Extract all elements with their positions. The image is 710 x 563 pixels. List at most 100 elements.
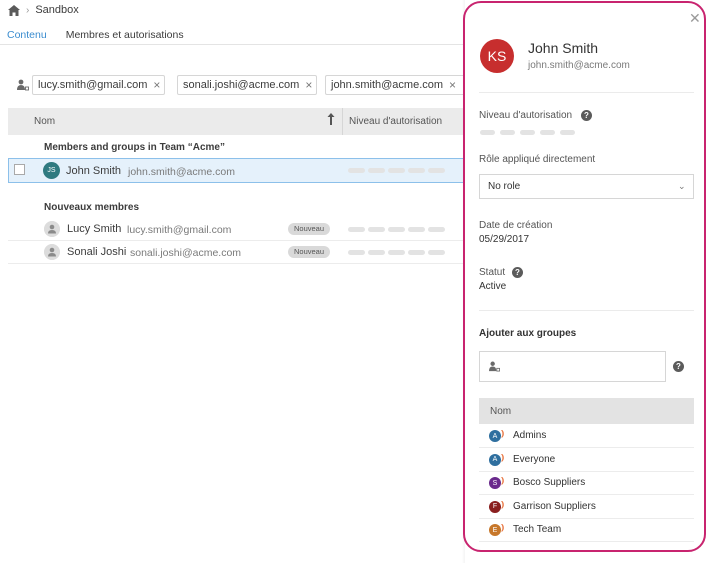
permission-placeholder: [428, 250, 445, 255]
chevron-right-icon: ›: [26, 4, 30, 16]
row-divider: [8, 263, 465, 264]
user-avatar-icon: [44, 244, 60, 260]
sort-arrow-icon[interactable]: [327, 113, 335, 125]
permission-placeholder: [348, 168, 365, 173]
permission-placeholder: [348, 227, 365, 232]
member-name: John Smith: [66, 165, 122, 177]
permission-placeholder: [500, 130, 515, 135]
remove-chip-icon[interactable]: ×: [449, 78, 456, 92]
chevron-down-icon[interactable]: ⌄: [678, 181, 686, 192]
group-icon: F: [489, 500, 501, 513]
new-badge: Nouveau: [288, 223, 331, 235]
remove-chip-icon[interactable]: ×: [305, 78, 312, 92]
tab-membres[interactable]: Membres et autorisations: [65, 27, 184, 45]
chip-email: sonali.joshi@acme.com: [183, 79, 300, 91]
permission-level-label: Niveau d'autorisation: [479, 110, 573, 121]
group-row[interactable]: A)) Admins: [479, 425, 694, 448]
row-divider: [8, 240, 465, 241]
group-signal-icon: )): [501, 499, 505, 509]
role-label: Rôle appliqué directement: [479, 154, 596, 165]
remove-chip-icon[interactable]: ×: [153, 78, 160, 92]
column-header-level[interactable]: Niveau d'autorisation: [349, 116, 442, 127]
group-name: Bosco Suppliers: [513, 477, 586, 488]
divider: [479, 310, 694, 311]
group-signal-icon: )): [501, 429, 505, 438]
permission-placeholder: [388, 227, 405, 232]
group-name: Admins: [513, 430, 547, 441]
help-icon[interactable]: ?: [673, 361, 684, 372]
home-icon[interactable]: [8, 4, 20, 16]
help-icon[interactable]: ?: [581, 110, 592, 121]
permission-placeholder: [408, 168, 425, 173]
avatar: KS: [480, 39, 514, 73]
close-icon[interactable]: ✕: [689, 10, 701, 27]
permission-placeholder: [348, 250, 365, 255]
tabs-divider: [0, 44, 465, 45]
group-name: Tech Team: [513, 524, 562, 535]
created-label: Date de création: [479, 220, 553, 231]
groups-column-name: Nom: [490, 406, 512, 417]
group-row[interactable]: S)) Bosco Suppliers: [479, 472, 694, 495]
permission-placeholder: [368, 168, 385, 173]
member-name: Sonali Joshi: [67, 246, 127, 258]
panel-member-email: john.smith@acme.com: [528, 60, 630, 71]
group-row[interactable]: A)) Everyone: [479, 449, 694, 472]
chip-email: john.smith@acme.com: [331, 79, 444, 91]
breadcrumb-current: Sandbox: [35, 4, 79, 16]
permission-placeholder: [520, 130, 535, 135]
help-icon[interactable]: ?: [512, 267, 523, 278]
member-name: Lucy Smith: [67, 223, 122, 235]
role-select-value: No role: [488, 181, 521, 192]
tab-contenu[interactable]: Contenu: [7, 27, 47, 45]
panel-member-name: John Smith: [528, 40, 599, 56]
group-name: Everyone: [513, 453, 556, 465]
groups-table-header: [479, 398, 694, 424]
permission-placeholder: [428, 227, 445, 232]
breadcrumb: › Sandbox: [8, 3, 79, 17]
chip: sonali.joshi@acme.com ×: [177, 75, 318, 95]
avatar: JS: [43, 162, 60, 179]
chip-email: lucy.smith@gmail.com: [38, 79, 148, 91]
section-title-new: Nouveaux membres: [44, 202, 140, 213]
permission-placeholder: [560, 130, 575, 135]
group-row[interactable]: F)) Garrison Suppliers: [479, 496, 694, 519]
permission-placeholder: [388, 250, 405, 255]
group-signal-icon: )): [501, 476, 505, 485]
group-signal-icon: )): [501, 452, 505, 462]
group-search-input[interactable]: [479, 351, 666, 382]
permission-placeholder: [388, 168, 405, 173]
group-icon: S: [489, 477, 501, 489]
member-email: lucy.smith@gmail.com: [127, 224, 232, 236]
group-icon: A: [489, 453, 501, 466]
status-label: Statut: [479, 267, 506, 278]
column-header-name[interactable]: Nom: [34, 116, 55, 127]
permission-placeholder: [480, 130, 495, 135]
section-title-team: Members and groups in Team “Acme”: [44, 142, 225, 153]
row-checkbox[interactable]: [14, 164, 25, 175]
add-user-icon: [489, 361, 500, 372]
group-name: Garrison Suppliers: [513, 500, 596, 512]
permission-placeholder: [368, 227, 385, 232]
permission-placeholder: [368, 250, 385, 255]
user-avatar-icon: [44, 221, 60, 237]
status-value: Active: [479, 281, 507, 292]
group-icon: A: [489, 430, 501, 442]
permission-placeholder: [540, 130, 555, 135]
group-icon: E: [489, 524, 501, 536]
member-email: john.smith@acme.com: [128, 166, 235, 178]
group-signal-icon: )): [501, 523, 505, 532]
chip: john.smith@acme.com ×: [325, 75, 465, 95]
permission-placeholder: [408, 250, 425, 255]
add-user-icon: [17, 79, 29, 91]
chip: lucy.smith@gmail.com ×: [32, 75, 166, 95]
permission-placeholder: [408, 227, 425, 232]
tab-bar: Contenu Membres et autorisations: [7, 27, 203, 45]
divider: [479, 92, 694, 93]
column-divider: [342, 108, 343, 135]
add-to-groups-label: Ajouter aux groupes: [479, 328, 577, 339]
new-badge: Nouveau: [288, 246, 331, 258]
group-row[interactable]: E)) Tech Team: [479, 519, 694, 542]
member-email: sonali.joshi@acme.com: [130, 247, 242, 259]
created-value: 05/29/2017: [479, 234, 530, 245]
permission-placeholder: [428, 168, 445, 173]
